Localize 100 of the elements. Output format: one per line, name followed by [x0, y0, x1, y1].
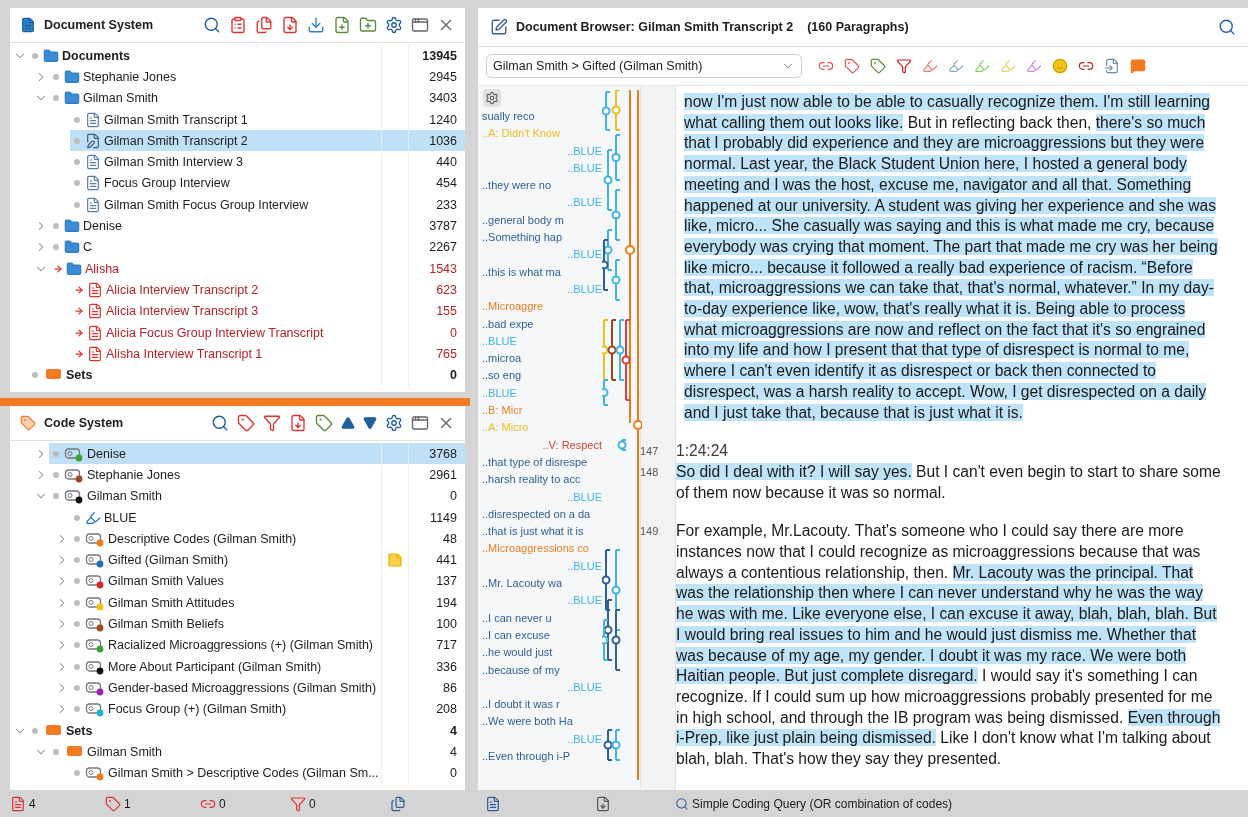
filter-icon[interactable]: [263, 414, 281, 432]
tree-item[interactable]: Gilman Smith Focus Group Interview 233: [70, 194, 465, 216]
document-icon[interactable]: [85, 175, 101, 192]
tree-item[interactable]: Gilman Smith > Descriptive Codes (Gilman Sm... 0: [70, 762, 465, 784]
segment-label[interactable]: ..Even through i-P: [482, 750, 571, 768]
segment-label[interactable]: ..microa: [482, 352, 522, 370]
segment-label[interactable]: ..I doubt it was r: [482, 698, 560, 716]
highlighter-icon[interactable]: [948, 58, 964, 74]
copy-icon[interactable]: [255, 16, 273, 34]
new-folder-icon[interactable]: [359, 16, 377, 34]
tree-item[interactable]: More About Participant (Gilman Smith) 336: [70, 655, 465, 678]
document-edit-icon[interactable]: [490, 18, 508, 36]
folder-icon[interactable]: [64, 218, 80, 234]
document-icon[interactable]: [85, 111, 101, 128]
segment-label[interactable]: ..that is just what it is: [482, 525, 584, 543]
tree-item[interactable]: Focus Group (+) (Gilman Smith) 208: [70, 698, 465, 720]
tree-item[interactable]: Descriptive Codes (Gilman Smith) 48: [70, 528, 465, 550]
new-code-icon[interactable]: [315, 414, 333, 432]
tree-item[interactable]: Racialized Microaggressions (+) (Gilman Smith) 717: [70, 634, 465, 656]
import-icon[interactable]: [307, 16, 325, 34]
tree-item[interactable]: C 2267: [49, 236, 465, 258]
tree-item[interactable]: BLUE 1149: [70, 506, 465, 529]
tree-item[interactable]: Focus Group Interview 454: [70, 172, 465, 195]
document-icon[interactable]: [85, 196, 101, 213]
edit-document-icon[interactable]: [85, 132, 101, 149]
segment-label[interactable]: ..he would just: [482, 646, 553, 664]
add-codes-icon[interactable]: [870, 58, 886, 74]
segment-label[interactable]: ..harsh reality to acc: [482, 473, 581, 491]
tree-item[interactable]: Stephanie Jones 2961: [49, 464, 465, 486]
tree-item[interactable]: Alisha Interview Transcript 1 765: [70, 343, 465, 365]
new-document-icon[interactable]: [333, 16, 351, 34]
tree-item[interactable]: Alisha 1543: [49, 257, 465, 280]
search-icon[interactable]: [1218, 18, 1236, 36]
document-icon[interactable]: [87, 281, 103, 298]
tree-item[interactable]: Gilman Smith Interview 3 440: [70, 151, 465, 173]
move-up-icon[interactable]: [341, 416, 355, 430]
query-icon[interactable]: [675, 796, 689, 811]
segment-label[interactable]: ..I can never u: [482, 611, 552, 629]
segment-label[interactable]: ..because of my: [482, 663, 560, 681]
document-icon[interactable]: [87, 345, 103, 362]
code-tag-icon[interactable]: [105, 795, 121, 812]
segment-label[interactable]: ..disrespected on a da: [482, 507, 591, 526]
comment-icon[interactable]: [1130, 58, 1146, 74]
tree-item[interactable]: Documents 13945: [28, 45, 465, 67]
search-icon[interactable]: [203, 16, 221, 34]
folder-icon[interactable]: [43, 47, 59, 64]
document-icon[interactable]: [10, 795, 26, 812]
emoticon-icon[interactable]: [1052, 58, 1068, 74]
tree-item[interactable]: Gifted (Gilman Smith) 441: [70, 549, 465, 571]
highlighter-icon[interactable]: [922, 58, 938, 74]
settings-icon[interactable]: [385, 414, 403, 432]
document-icon[interactable]: [87, 303, 103, 320]
undock-icon[interactable]: [411, 414, 429, 432]
tree-item[interactable]: Sets 4: [28, 719, 465, 742]
code-system-icon[interactable]: [20, 415, 36, 431]
highlighter-icon[interactable]: [1026, 58, 1042, 74]
tree-item[interactable]: Gilman Smith Values 137: [70, 570, 465, 593]
arrow-icon[interactable]: [53, 263, 63, 274]
documents-stack-icon[interactable]: [390, 795, 406, 812]
arrow-icon[interactable]: [74, 306, 84, 317]
tree-item[interactable]: Alicia Interview Transcript 3 155: [70, 300, 465, 322]
tree-item[interactable]: Gilman Smith Attitudes 194: [70, 592, 465, 614]
move-down-icon[interactable]: [363, 416, 377, 430]
segment-label[interactable]: ..bad expe: [482, 317, 534, 335]
undock-icon[interactable]: [411, 16, 429, 34]
tree-item[interactable]: Denise 3768: [49, 443, 465, 465]
code-tag-icon[interactable]: [237, 414, 255, 432]
segment-label[interactable]: ..general body m: [482, 213, 564, 232]
arrow-icon[interactable]: [74, 284, 84, 295]
clipboard-icon[interactable]: [229, 16, 247, 34]
document-icon[interactable]: [85, 154, 101, 171]
folder-icon[interactable]: [64, 239, 80, 256]
add-code-icon[interactable]: [844, 58, 860, 74]
arrow-icon[interactable]: [74, 327, 84, 338]
search-icon[interactable]: [211, 414, 229, 432]
folder-icon[interactable]: [66, 260, 82, 277]
tree-item[interactable]: Denise 3787: [49, 215, 465, 237]
tree-item[interactable]: Alicia Interview Transcript 2 623: [70, 279, 465, 301]
segment-label[interactable]: ..this is what ma: [482, 265, 561, 283]
tree-item[interactable]: Gender-based Microaggressions (Gilman Smith) 86: [70, 677, 465, 699]
segment-label[interactable]: ..Something hap: [482, 231, 563, 249]
document-icon[interactable]: [595, 795, 611, 812]
segment-label[interactable]: ..so eng: [482, 369, 522, 387]
tree-item[interactable]: Gilman Smith Transcript 2 1036: [70, 130, 465, 152]
code-dropdown[interactable]: Gilman Smith > Gifted (Gilman Smith): [486, 54, 802, 78]
segment-label[interactable]: sually reco: [482, 110, 535, 128]
tree-item[interactable]: Alicia Focus Group Interview Transcript 0: [70, 321, 465, 344]
segment-label[interactable]: ..We were both Ha: [482, 715, 573, 733]
folder-icon[interactable]: [64, 68, 80, 85]
tree-item[interactable]: Gilman Smith 4: [49, 741, 465, 763]
tree-item[interactable]: Gilman Smith 3403: [49, 87, 465, 109]
tree-item[interactable]: Gilman Smith Beliefs 100: [70, 613, 465, 635]
highlighter-icon[interactable]: [85, 509, 101, 526]
document-icon[interactable]: [87, 324, 103, 341]
settings-icon[interactable]: [385, 16, 403, 34]
segment-label[interactable]: ..I can excuse: [482, 628, 550, 647]
segment-label[interactable]: ..V: Respect: [542, 438, 602, 456]
segment-label[interactable]: ..that type of disrespe: [482, 455, 588, 474]
tree-item[interactable]: Gilman Smith 0: [49, 485, 465, 507]
arrow-icon[interactable]: [74, 348, 84, 359]
